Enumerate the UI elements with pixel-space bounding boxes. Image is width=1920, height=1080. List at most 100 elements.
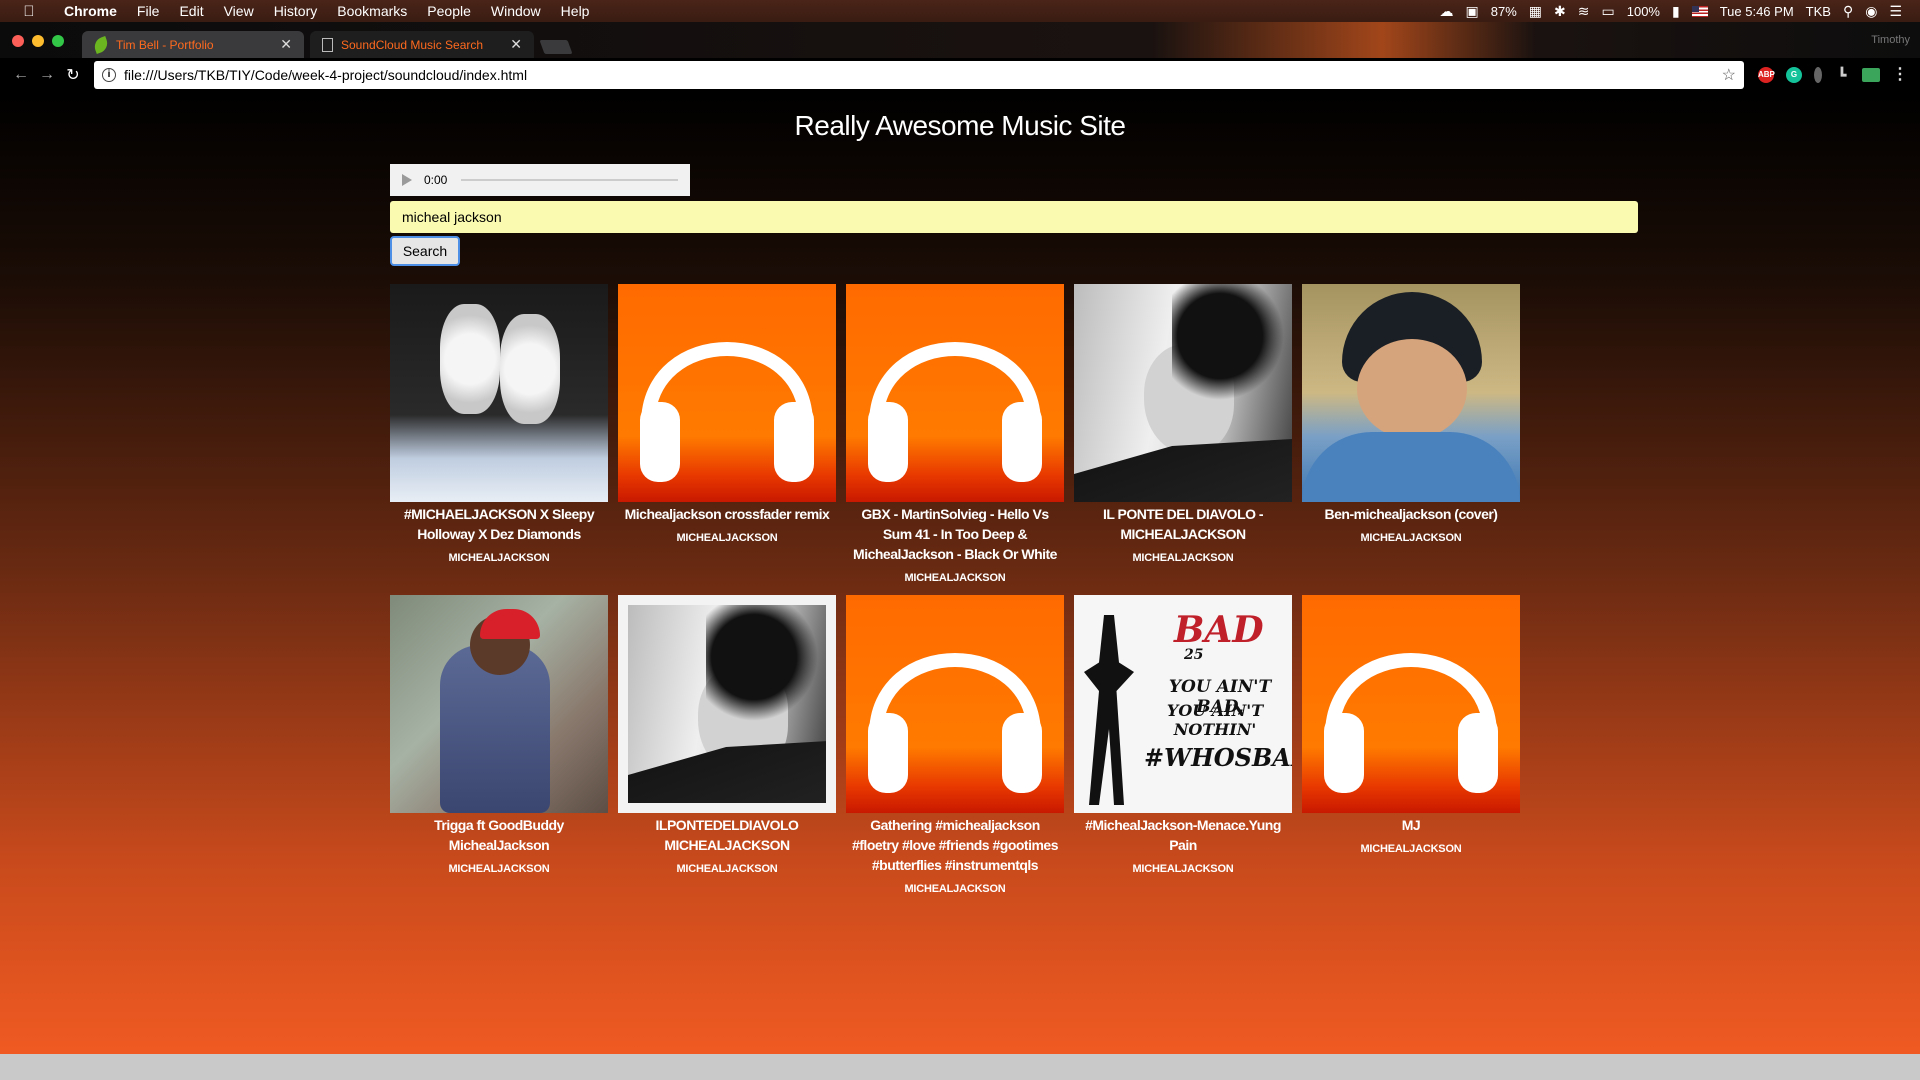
- wifi-icon[interactable]: ≋: [1578, 3, 1590, 20]
- track-title[interactable]: Trigga ft GoodBuddy MichealJackson: [390, 815, 608, 855]
- audio-player[interactable]: 0:00: [390, 164, 690, 196]
- track-title[interactable]: ILPONTEDELDIAVOLO MICHEALJACKSON: [618, 815, 836, 855]
- us-flag-icon[interactable]: [1691, 5, 1708, 17]
- result-card[interactable]: GBX - MartinSolvieg - Hello Vs Sum 41 - …: [846, 284, 1064, 595]
- document-icon: [322, 37, 333, 52]
- result-card[interactable]: Gathering #michealjackson #floetry #love…: [846, 595, 1064, 906]
- track-user[interactable]: MICHEALJACKSON: [1074, 552, 1292, 564]
- result-card[interactable]: Ben-michealjackson (cover) MICHEALJACKSO…: [1302, 284, 1520, 595]
- track-artwork[interactable]: [846, 284, 1064, 502]
- player-progress-track[interactable]: [461, 179, 678, 181]
- notification-center-icon[interactable]: ☰: [1889, 3, 1902, 20]
- adblock-extension-icon[interactable]: ABP: [1758, 67, 1775, 83]
- headphones-icon: [1324, 653, 1498, 793]
- track-artwork[interactable]: [618, 595, 836, 813]
- result-card[interactable]: BAD 25 YOU AIN'T BAD, YOU AIN'T NOTHIN' …: [1074, 595, 1292, 906]
- track-title[interactable]: Ben-michealjackson (cover): [1302, 504, 1520, 524]
- user-name[interactable]: TKB: [1806, 4, 1831, 19]
- track-title[interactable]: MJ: [1302, 815, 1520, 835]
- track-artwork[interactable]: [390, 595, 608, 813]
- track-user[interactable]: MICHEALJACKSON: [846, 572, 1064, 584]
- close-window-button[interactable]: [12, 35, 24, 47]
- menu-history[interactable]: History: [264, 3, 328, 19]
- close-tab-icon[interactable]: ✕: [510, 36, 522, 53]
- play-icon[interactable]: [402, 174, 412, 186]
- battery-icon[interactable]: ▮: [1672, 3, 1680, 20]
- extension-tool-icon[interactable]: ┗: [1834, 67, 1850, 83]
- track-user[interactable]: MICHEALJACKSON: [390, 552, 608, 564]
- track-user[interactable]: MICHEALJACKSON: [1302, 843, 1520, 855]
- track-artwork[interactable]: [1302, 595, 1520, 813]
- bookmark-star-icon[interactable]: ☆: [1722, 65, 1736, 85]
- track-artwork[interactable]: [846, 595, 1064, 813]
- search-button[interactable]: Search: [390, 236, 460, 266]
- tab-strip: Tim Bell - Portfolio ✕ SoundCloud Music …: [0, 22, 1920, 58]
- menu-view[interactable]: View: [214, 3, 264, 19]
- menubar-status-area: ☁ ▣ 87% ▦ ✱ ≋ ▭ 100% ▮ Tue 5:46 PM TKB ⚲…: [1440, 3, 1920, 20]
- result-card[interactable]: Trigga ft GoodBuddy MichealJackson MICHE…: [390, 595, 608, 906]
- reload-icon[interactable]: ↻: [60, 65, 86, 85]
- result-card[interactable]: #MICHAELJACKSON X Sleepy Holloway X Dez …: [390, 284, 608, 595]
- menu-help[interactable]: Help: [551, 3, 600, 19]
- track-artwork[interactable]: [1302, 284, 1520, 502]
- url-text[interactable]: file:///Users/TKB/TIY/Code/week-4-projec…: [124, 67, 1722, 83]
- track-artwork[interactable]: [1074, 284, 1292, 502]
- track-user[interactable]: MICHEALJACKSON: [1302, 532, 1520, 544]
- track-title[interactable]: #MichealJackson-Menace.Yung Pain: [1074, 815, 1292, 855]
- address-bar[interactable]: i file:///Users/TKB/TIY/Code/week-4-proj…: [94, 61, 1744, 89]
- menu-edit[interactable]: Edit: [169, 3, 213, 19]
- track-title[interactable]: Gathering #michealjackson #floetry #love…: [846, 815, 1064, 875]
- memory-icon[interactable]: ▣: [1466, 3, 1479, 20]
- menu-window[interactable]: Window: [481, 3, 551, 19]
- apple-icon[interactable]: : [18, 3, 40, 20]
- grammarly-extension-icon[interactable]: G: [1786, 67, 1802, 83]
- result-card[interactable]: Michealjackson crossfader remix MICHEALJ…: [618, 284, 836, 595]
- track-title[interactable]: GBX - MartinSolvieg - Hello Vs Sum 41 - …: [846, 504, 1064, 564]
- result-card[interactable]: ILPONTEDELDIAVOLO MICHEALJACKSON MICHEAL…: [618, 595, 836, 906]
- new-tab-button[interactable]: [539, 40, 573, 54]
- track-user[interactable]: MICHEALJACKSON: [618, 532, 836, 544]
- tab-label: Tim Bell - Portfolio: [116, 37, 214, 52]
- spotlight-search-icon[interactable]: ⚲: [1843, 3, 1853, 20]
- profile-name[interactable]: Timothy: [1871, 34, 1910, 46]
- airplay-icon[interactable]: ▭: [1602, 3, 1615, 20]
- track-artwork[interactable]: [618, 284, 836, 502]
- menu-people[interactable]: People: [417, 3, 481, 19]
- track-user[interactable]: MICHEALJACKSON: [1074, 863, 1292, 875]
- zoom-window-button[interactable]: [52, 35, 64, 47]
- result-card[interactable]: MJ MICHEALJACKSON: [1302, 595, 1520, 906]
- minimize-window-button[interactable]: [32, 35, 44, 47]
- track-user[interactable]: MICHEALJACKSON: [618, 863, 836, 875]
- tab-portfolio[interactable]: Tim Bell - Portfolio ✕: [82, 31, 304, 58]
- bluetooth-icon[interactable]: ✱: [1554, 3, 1566, 20]
- track-title[interactable]: #MICHAELJACKSON X Sleepy Holloway X Dez …: [390, 504, 608, 544]
- extension-icon[interactable]: [1814, 67, 1822, 83]
- headphones-icon: [640, 342, 814, 482]
- browser-toolbar: ← → ↻ i file:///Users/TKB/TIY/Code/week-…: [0, 58, 1920, 92]
- tab-soundcloud-search[interactable]: SoundCloud Music Search ✕: [310, 31, 534, 58]
- cloud-icon[interactable]: ☁: [1440, 3, 1454, 20]
- extension-screen-icon[interactable]: [1862, 68, 1880, 82]
- clock[interactable]: Tue 5:46 PM: [1720, 4, 1794, 19]
- track-title[interactable]: IL PONTE DEL DIAVOLO - MICHEALJACKSON: [1074, 504, 1292, 544]
- track-artwork[interactable]: BAD 25 YOU AIN'T BAD, YOU AIN'T NOTHIN' …: [1074, 595, 1292, 813]
- close-tab-icon[interactable]: ✕: [280, 36, 292, 53]
- menu-file[interactable]: File: [127, 3, 170, 19]
- window-layout-icon[interactable]: ▦: [1529, 3, 1542, 20]
- search-input[interactable]: [390, 201, 1638, 233]
- menu-app-name[interactable]: Chrome: [54, 3, 127, 19]
- back-arrow-icon[interactable]: ←: [8, 66, 34, 84]
- menu-bookmarks[interactable]: Bookmarks: [327, 3, 417, 19]
- track-title[interactable]: Michealjackson crossfader remix: [618, 504, 836, 524]
- artwork-shirt-shape: [1302, 432, 1520, 502]
- macos-menu-bar:  Chrome File Edit View History Bookmark…: [0, 0, 1920, 22]
- track-user[interactable]: MICHEALJACKSON: [390, 863, 608, 875]
- track-user[interactable]: MICHEALJACKSON: [846, 883, 1064, 895]
- result-card[interactable]: IL PONTE DEL DIAVOLO - MICHEALJACKSON MI…: [1074, 284, 1292, 595]
- info-icon[interactable]: i: [102, 68, 116, 82]
- browser-menu-icon[interactable]: ⋮: [1892, 67, 1908, 83]
- poster-text: 25: [1184, 647, 1204, 663]
- siri-icon[interactable]: ◉: [1865, 3, 1877, 20]
- forward-arrow-icon[interactable]: →: [34, 66, 60, 84]
- track-artwork[interactable]: [390, 284, 608, 502]
